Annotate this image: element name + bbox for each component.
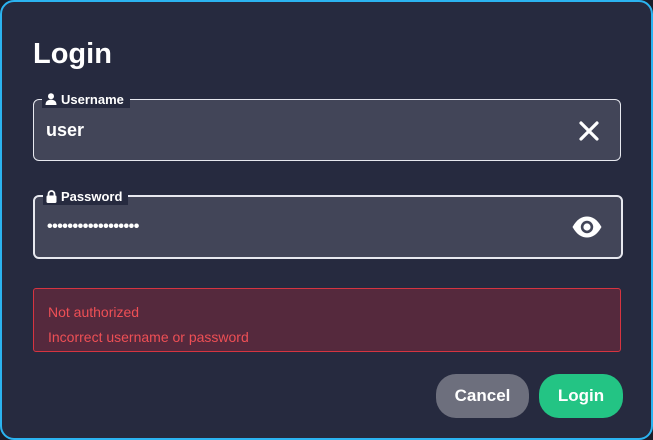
eye-icon[interactable] — [571, 214, 603, 240]
password-field[interactable]: Password •••••••••••••••••• — [33, 187, 623, 259]
error-alert: Not authorized Incorrect username or pas… — [33, 288, 621, 352]
password-input[interactable]: •••••••••••••••••• — [47, 197, 139, 257]
clear-icon[interactable] — [576, 118, 602, 144]
login-button[interactable]: Login — [539, 374, 623, 418]
cancel-button[interactable]: Cancel — [436, 374, 529, 418]
alert-title: Not authorized — [48, 304, 140, 320]
alert-message: Incorrect username or password — [48, 329, 249, 345]
username-field[interactable]: Username user — [33, 90, 621, 161]
username-input[interactable]: user — [46, 100, 84, 160]
dialog-title: Login — [33, 38, 112, 70]
login-dialog: Login Username user Password •••••••••••… — [0, 0, 653, 440]
